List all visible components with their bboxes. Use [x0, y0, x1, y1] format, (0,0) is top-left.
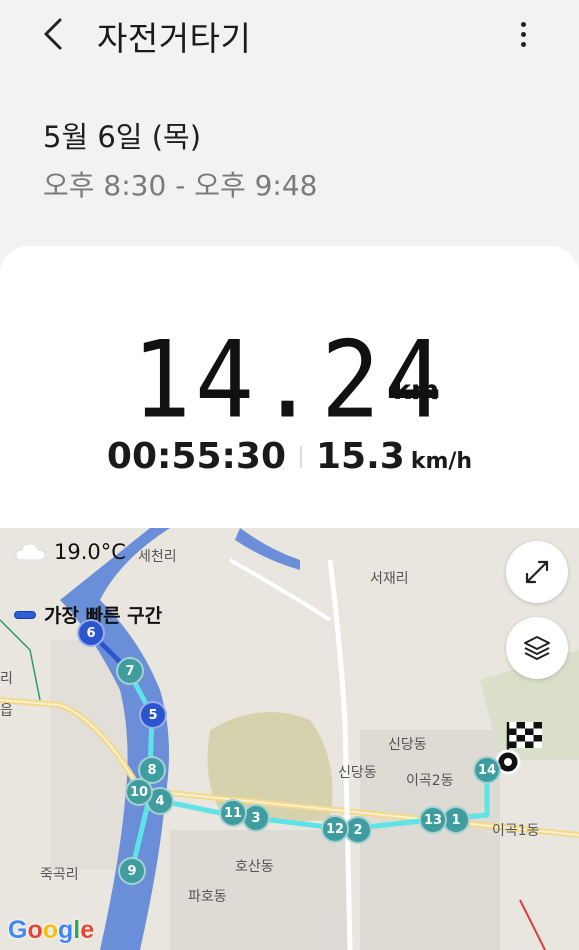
expand-map-button[interactable] [506, 541, 568, 603]
cloud-icon [15, 543, 46, 561]
route-marker[interactable]: 10 [125, 778, 153, 806]
place-label: 이곡1동 [492, 823, 540, 839]
speed-unit: km/h [410, 449, 473, 474]
distance-display: 14.24 [0, 319, 579, 442]
legend-label: 가장 빠른 구간 [44, 605, 163, 627]
place-label: 이곡2동 [406, 773, 454, 789]
map-layers-button[interactable] [506, 617, 568, 679]
route-marker[interactable]: 14 [473, 756, 501, 784]
page-title: 자전거타기 [97, 19, 252, 58]
finish-flag-icon [495, 722, 542, 775]
route-marker[interactable]: 5 [139, 701, 167, 729]
route-marker[interactable]: 12 [321, 815, 349, 843]
distance-unit: km [393, 375, 440, 406]
stats-divider [300, 445, 302, 468]
fast-segment-swatch [14, 610, 36, 619]
expand-icon [525, 560, 549, 584]
chevron-left-icon [44, 18, 62, 50]
route-marker[interactable]: 6 [77, 619, 105, 647]
route-marker[interactable]: 11 [219, 799, 247, 827]
workout-time-range: 오후 8:30 - 오후 9:48 [43, 169, 318, 202]
place-label: 신당동 [338, 765, 377, 781]
place-label: 리 [0, 671, 13, 687]
google-attribution: Google [8, 916, 95, 944]
weather-info: 19.0°C [14, 540, 126, 564]
avg-speed-value: 15.3 [316, 436, 405, 477]
stats-row: 00:55:30 15.3 km/h [0, 436, 579, 477]
route-marker[interactable]: 13 [419, 806, 447, 834]
place-label: 서재리 [370, 571, 409, 587]
place-label: 신당동 [388, 737, 427, 753]
place-label: 파호동 [188, 889, 227, 905]
route-map[interactable]: 세천리 서재리 신당동 신당동 이곡2동 이곡1동 호산동 죽곡리 파호동 리 … [0, 528, 579, 950]
workout-date: 5월 6일 (목) [43, 120, 202, 154]
place-label: 읍 [0, 703, 13, 719]
more-options-button[interactable] [505, 12, 541, 56]
place-label: 호산동 [235, 859, 274, 875]
route-marker[interactable]: 7 [116, 657, 144, 685]
app-bar: 자전거타기 [0, 0, 579, 70]
layers-icon [524, 636, 550, 660]
place-label: 죽곡리 [40, 867, 79, 883]
more-vertical-icon [520, 21, 526, 27]
back-button[interactable] [34, 10, 74, 58]
route-marker[interactable]: 9 [118, 857, 146, 885]
weather-temperature: 19.0°C [54, 540, 126, 564]
map-background [0, 528, 579, 950]
duration-value: 00:55:30 [106, 436, 286, 477]
place-label: 세천리 [138, 549, 177, 565]
